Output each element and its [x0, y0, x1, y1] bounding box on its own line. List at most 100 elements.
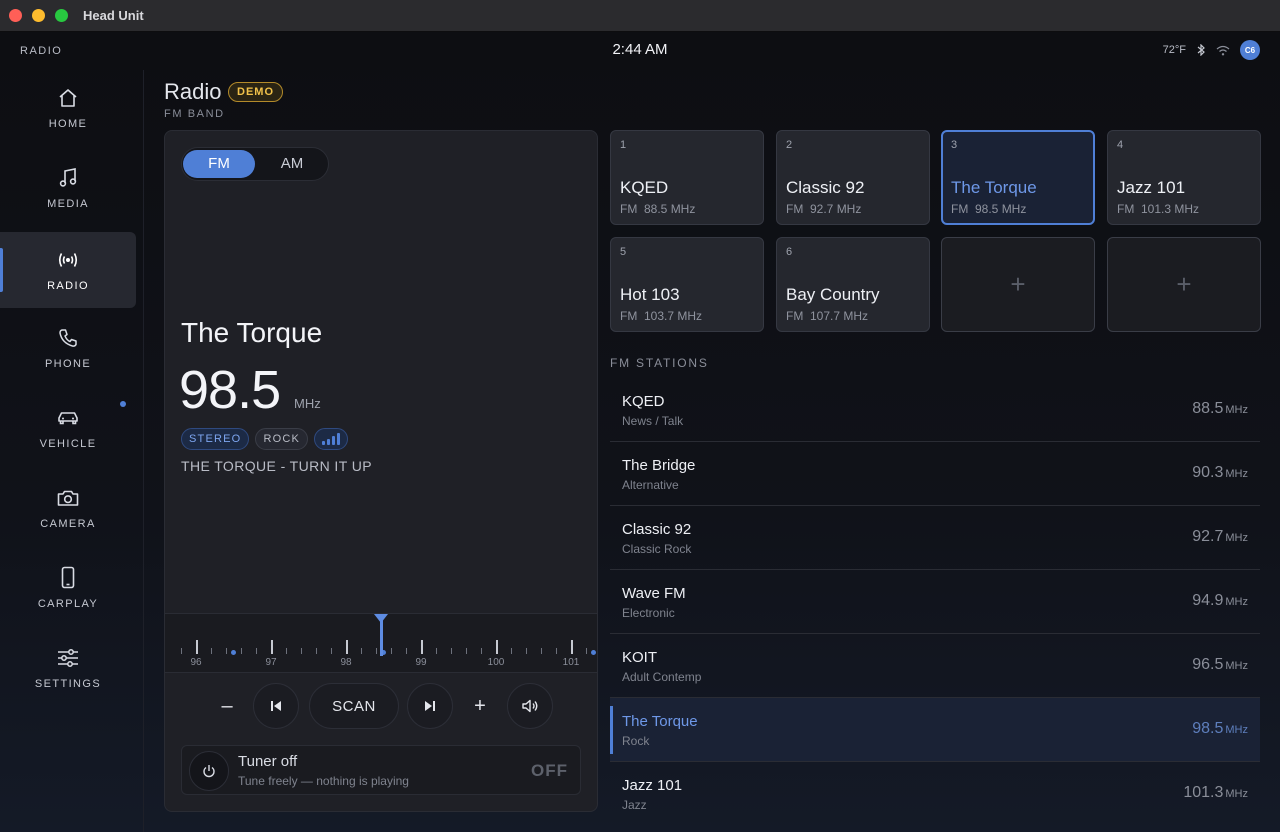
station-row-jazz-101[interactable]: Jazz 101 Jazz 101.3 MHz	[610, 762, 1260, 826]
station-row-the-torque[interactable]: The Torque Rock 98.5 MHz	[610, 698, 1260, 762]
power-button[interactable]	[189, 751, 229, 791]
genre-badge: ROCK	[255, 428, 309, 450]
dial-tick	[451, 648, 452, 654]
window-title: Head Unit	[83, 8, 144, 23]
window-titlebar: Head Unit	[0, 0, 1280, 32]
tune-down-button[interactable]: –	[212, 683, 242, 729]
preset-name: Bay Country	[786, 285, 880, 304]
preset-frequency: FM 88.5 MHz	[620, 202, 696, 216]
dial-tick	[376, 648, 377, 654]
dial-tick	[421, 640, 423, 654]
dial-label: 101	[562, 657, 580, 668]
nav-item-camera[interactable]: CAMERA	[0, 470, 136, 546]
radio-broadcast-icon	[56, 248, 80, 272]
station-name: Wave FM	[622, 585, 686, 602]
nav-item-media[interactable]: MEDIA	[0, 150, 136, 226]
nav-item-settings[interactable]: SETTINGS	[0, 630, 136, 706]
nav-item-home[interactable]: HOME	[0, 70, 136, 146]
preset-empty-8[interactable]: +	[1107, 237, 1261, 332]
dial-preset-marker	[591, 650, 596, 655]
station-name: The Bridge	[622, 457, 696, 474]
preset-number: 2	[786, 139, 793, 151]
dial-label: 98	[340, 657, 352, 668]
dial-tick	[511, 648, 512, 654]
dial-tick	[331, 648, 332, 654]
seek-back-button[interactable]	[253, 683, 299, 729]
camera-icon	[56, 486, 80, 510]
seek-forward-button[interactable]	[407, 683, 453, 729]
window-close-button[interactable]	[9, 9, 22, 22]
status-indicators: 72°F C6	[1163, 40, 1260, 60]
tuner-controls: – SCAN +	[165, 683, 597, 731]
dial-tick	[436, 648, 437, 654]
station-row-the-bridge[interactable]: The Bridge Alternative 90.3 MHz	[610, 442, 1260, 506]
status-bar: RADIO 2:44 AM 72°F C6	[0, 32, 1280, 70]
volume-button[interactable]	[507, 683, 553, 729]
station-row-kqed[interactable]: KQED News / Talk 88.5 MHz	[610, 378, 1260, 442]
station-frequency: 92.7 MHz	[1192, 528, 1248, 545]
signal-strength-icon	[314, 428, 349, 450]
preset-2[interactable]: 2 Classic 92 FM 92.7 MHz	[776, 130, 930, 225]
music-note-icon	[56, 166, 80, 190]
power-state: OFF	[531, 761, 568, 780]
station-genre: Electronic	[622, 606, 675, 620]
window-maximize-button[interactable]	[55, 9, 68, 22]
dial-tick	[556, 648, 557, 654]
station-genre: Jazz	[622, 798, 647, 812]
preset-5[interactable]: 5 Hot 103 FM 103.7 MHz	[610, 237, 764, 332]
station-name: Classic 92	[622, 521, 692, 538]
wifi-icon	[1216, 45, 1230, 56]
nav-item-phone[interactable]: PHONE	[0, 310, 136, 386]
nav-label-camera: CAMERA	[40, 518, 96, 530]
preset-name: The Torque	[951, 178, 1037, 197]
station-row-koit[interactable]: KOIT Adult Contemp 96.5 MHz	[610, 634, 1260, 698]
dial-tick	[481, 648, 482, 654]
preset-3[interactable]: 3 The Torque FM 98.5 MHz	[941, 130, 1095, 225]
frequency-unit: MHz	[294, 396, 321, 411]
preset-number: 5	[620, 246, 627, 258]
station-genre: Alternative	[622, 478, 679, 492]
dial-tick	[271, 640, 273, 654]
vehicle-notification-dot	[120, 401, 126, 407]
add-preset-icon: +	[1176, 269, 1192, 299]
preset-6[interactable]: 6 Bay Country FM 107.7 MHz	[776, 237, 930, 332]
dial-tick	[586, 648, 587, 654]
preset-number: 3	[951, 139, 958, 151]
tune-up-button[interactable]: +	[465, 683, 495, 729]
scan-button[interactable]: SCAN	[309, 683, 399, 729]
tuning-dial[interactable]: 96 97 98 99 100 101	[165, 613, 597, 673]
user-avatar[interactable]: C6	[1240, 40, 1260, 60]
add-preset-icon: +	[1010, 269, 1026, 299]
window-minimize-button[interactable]	[32, 9, 45, 22]
phone-icon	[56, 326, 80, 350]
dial-label: 99	[415, 657, 427, 668]
dial-tick	[196, 640, 198, 654]
preset-number: 4	[1117, 139, 1124, 151]
station-name: KQED	[622, 393, 665, 410]
station-list: KQED News / Talk 88.5 MHz The Bridge Alte…	[610, 378, 1260, 826]
station-row-wave-fm[interactable]: Wave FM Electronic 94.9 MHz	[610, 570, 1260, 634]
station-name: Jazz 101	[622, 777, 683, 794]
preset-empty-7[interactable]: +	[941, 237, 1095, 332]
preset-frequency: FM 101.3 MHz	[1117, 202, 1200, 216]
nav-label-phone: PHONE	[44, 358, 92, 370]
station-frequency: 94.9 MHz	[1192, 592, 1248, 609]
car-icon	[56, 406, 80, 430]
nav-item-carplay[interactable]: CARPLAY	[0, 550, 136, 626]
station-tags: STEREO ROCK	[181, 428, 349, 450]
station-genre: News / Talk	[622, 414, 684, 428]
band-am-button[interactable]: AM	[256, 150, 328, 178]
nav-item-vehicle[interactable]: VEHICLE	[0, 390, 136, 466]
sliders-icon	[56, 646, 80, 670]
band-fm-button[interactable]: FM	[183, 150, 255, 178]
now-playing-frequency: 98.5	[179, 360, 281, 420]
nav-item-radio[interactable]: RADIO	[0, 232, 136, 308]
preset-frequency: FM 98.5 MHz	[951, 202, 1027, 216]
skip-next-icon	[425, 701, 435, 711]
dial-tick	[541, 648, 542, 654]
tuning-needle-head	[374, 614, 388, 623]
station-row-classic-92[interactable]: Classic 92 Classic Rock 92.7 MHz	[610, 506, 1260, 570]
preset-4[interactable]: 4 Jazz 101 FM 101.3 MHz	[1107, 130, 1261, 225]
dial-tick	[226, 648, 227, 654]
preset-1[interactable]: 1 KQED FM 88.5 MHz	[610, 130, 764, 225]
